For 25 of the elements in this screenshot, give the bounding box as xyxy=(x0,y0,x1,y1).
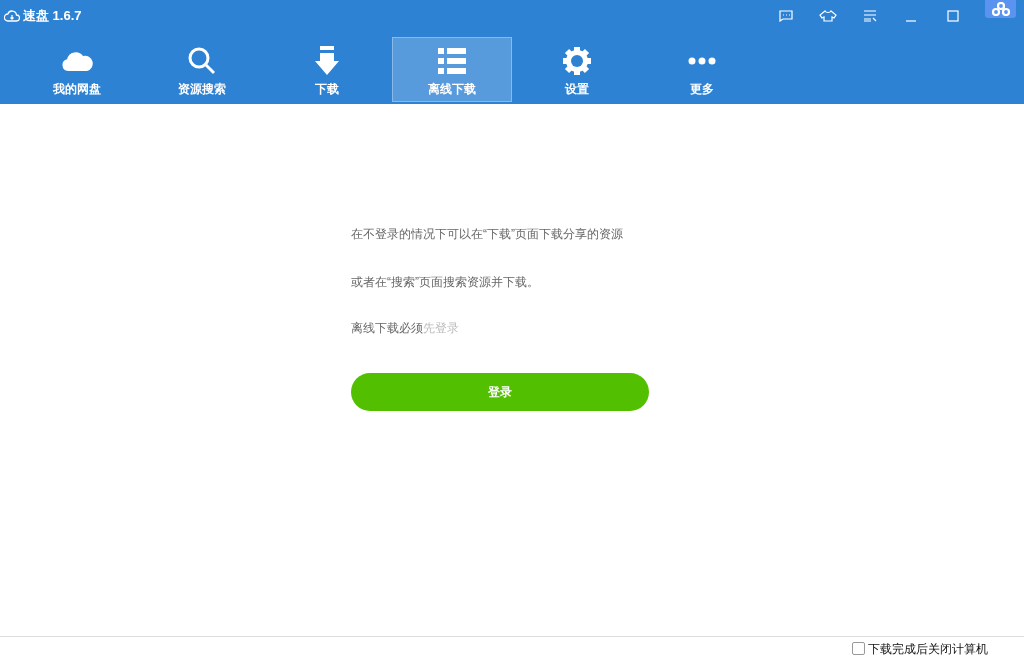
shutdown-checkbox[interactable] xyxy=(852,642,865,655)
download-arrow-icon xyxy=(315,46,339,76)
nav-tab[interactable]: 我的网盘 xyxy=(17,37,137,102)
list-icon xyxy=(438,47,466,75)
cloud-icon xyxy=(4,9,20,23)
window-title: 速盘 1.6.7 xyxy=(23,7,82,26)
nav-tab[interactable]: 更多 xyxy=(642,37,762,102)
nav-tab[interactable]: 离线下载 xyxy=(392,37,512,102)
list-icon[interactable] xyxy=(863,10,877,22)
settings-icon xyxy=(562,46,592,76)
message-icon[interactable] xyxy=(779,10,793,22)
floating-logo-icon[interactable] xyxy=(985,0,1016,18)
shirt-icon[interactable] xyxy=(819,10,837,22)
nav-tab[interactable]: 下载 xyxy=(267,37,387,102)
info-text: 在不登录的情况下可以在“下载”页面下载分享的资源 xyxy=(351,226,623,243)
info-text: 或者在“搜索”页面搜索资源并下载。 xyxy=(351,274,540,291)
maximize-icon[interactable] xyxy=(947,10,959,22)
login-notice: 离线下载必须 xyxy=(351,321,423,335)
nav-tab[interactable]: 设置 xyxy=(517,37,637,102)
more-icon xyxy=(688,57,716,65)
search-icon xyxy=(188,47,216,75)
nav-tab[interactable]: 资源搜索 xyxy=(142,37,262,102)
cloud-icon xyxy=(61,50,93,72)
login-button[interactable]: 登录 xyxy=(351,373,649,411)
shutdown-label[interactable]: 下载完成后关闭计算机 xyxy=(868,639,988,658)
